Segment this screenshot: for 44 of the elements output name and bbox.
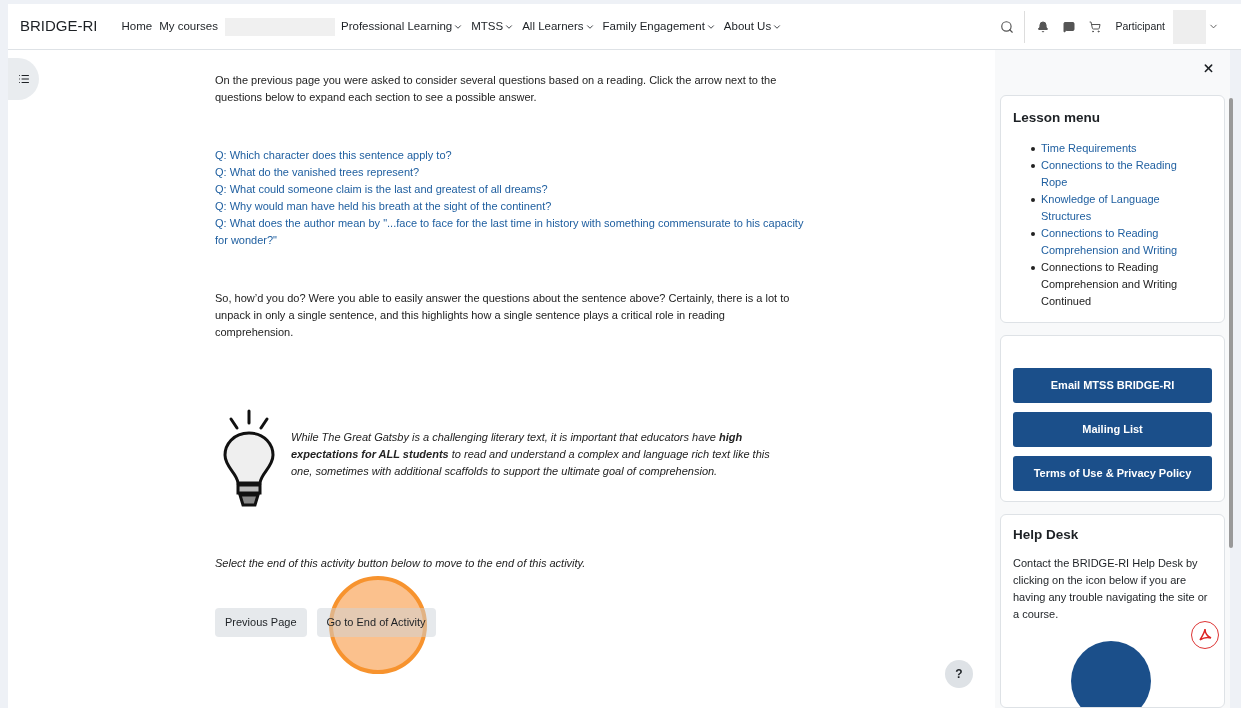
card-title: Help Desk [1013,525,1080,544]
question-link[interactable]: Q: What could someone claim is the last and greatest of all dreams? [215,181,805,198]
intro-paragraph: On the previous page you were asked to consider several questions based on a reading. Click the arrow next to the questions below to expand each section to see a possible answer. [215,73,778,105]
lesson-link[interactable]: Connections to Reading Comprehension and Writing [1041,224,1198,259]
chat-icon[interactable] [1063,20,1076,33]
instruction-text: Select the end of this activity button below to move to the end of this activity. [215,556,587,571]
bullet-icon [1031,146,1035,151]
nav-menu[interactable]: All Learners [522,17,595,36]
lesson-link[interactable]: Knowledge of Language Structures [1041,190,1198,225]
bullet-icon [1031,197,1035,202]
cart-icon[interactable] [1089,20,1102,33]
question-link[interactable]: Q: Why would man have held his breath at the sight of the continent? [215,198,805,215]
question-link[interactable]: Q: Which character does this sentence apply to? [215,147,805,164]
help-button[interactable]: ? [945,660,973,688]
lesson-link[interactable]: Connections to Reading Comprehension and Writing Continued [1041,258,1198,310]
site-brand[interactable]: BRIDGE-RI [20,15,98,38]
lesson-link[interactable]: Time Requirements [1041,139,1137,157]
course-index-toggle[interactable] [8,58,39,100]
bell-icon[interactable] [1037,20,1050,33]
list-icon [17,73,30,85]
bullet-icon [1031,231,1035,236]
summary-paragraph: So, how’d you do? Were you able to easily answer the questions about the sentence above? Certainly, there is a lot to unpack in only a single sentence, and this highlights how a single sentence plays a critical role in reading comprehension. [215,291,791,340]
help-desk-text: Contact the BRIDGE-RI Help Desk by clicking on the icon below if you are having any trouble navigating the site or a course. [1013,556,1209,623]
lesson-link[interactable]: Connections to the Reading Rope [1041,156,1198,191]
drawer-button[interactable]: Email MTSS BRIDGE-RI [1013,367,1212,403]
card-title: Lesson menu [1013,108,1102,127]
close-icon[interactable] [1202,62,1215,75]
user-role: Participant [1115,18,1165,34]
bullet-icon [1031,265,1035,270]
drawer-button[interactable]: Mailing List [1013,411,1212,447]
nav-button[interactable]: Previous Page [215,608,307,637]
question-link[interactable]: Q: What does the author mean by "...face to face for the last time in history with something commensurate to his capacity for wonder?" [215,215,805,249]
nav-menu[interactable]: MTSS [471,17,515,36]
nav-link[interactable]: My courses [159,17,218,36]
search-icon[interactable] [1000,19,1015,34]
nav-menu[interactable]: About Us [723,17,783,36]
bullet-icon [1031,163,1035,168]
nav-menu[interactable]: Family Engagement [602,17,716,36]
question-link[interactable]: Q: What do the vanished trees represent? [215,164,805,181]
nav-link[interactable]: Home [121,17,153,36]
pdf-icon[interactable] [1191,620,1219,649]
drawer-button[interactable]: Terms of Use & Privacy Policy [1013,455,1212,491]
nav-menu[interactable]: Professional Learning [341,17,464,36]
callout-text: While The Great Gatsby is a challenging literary text, it is important that educators have high expectations for ALL students to read and understand a complex and language rich text like this one, sometimes with additional scaffolds to support the ultimate goal of comprehension. [291,430,771,479]
